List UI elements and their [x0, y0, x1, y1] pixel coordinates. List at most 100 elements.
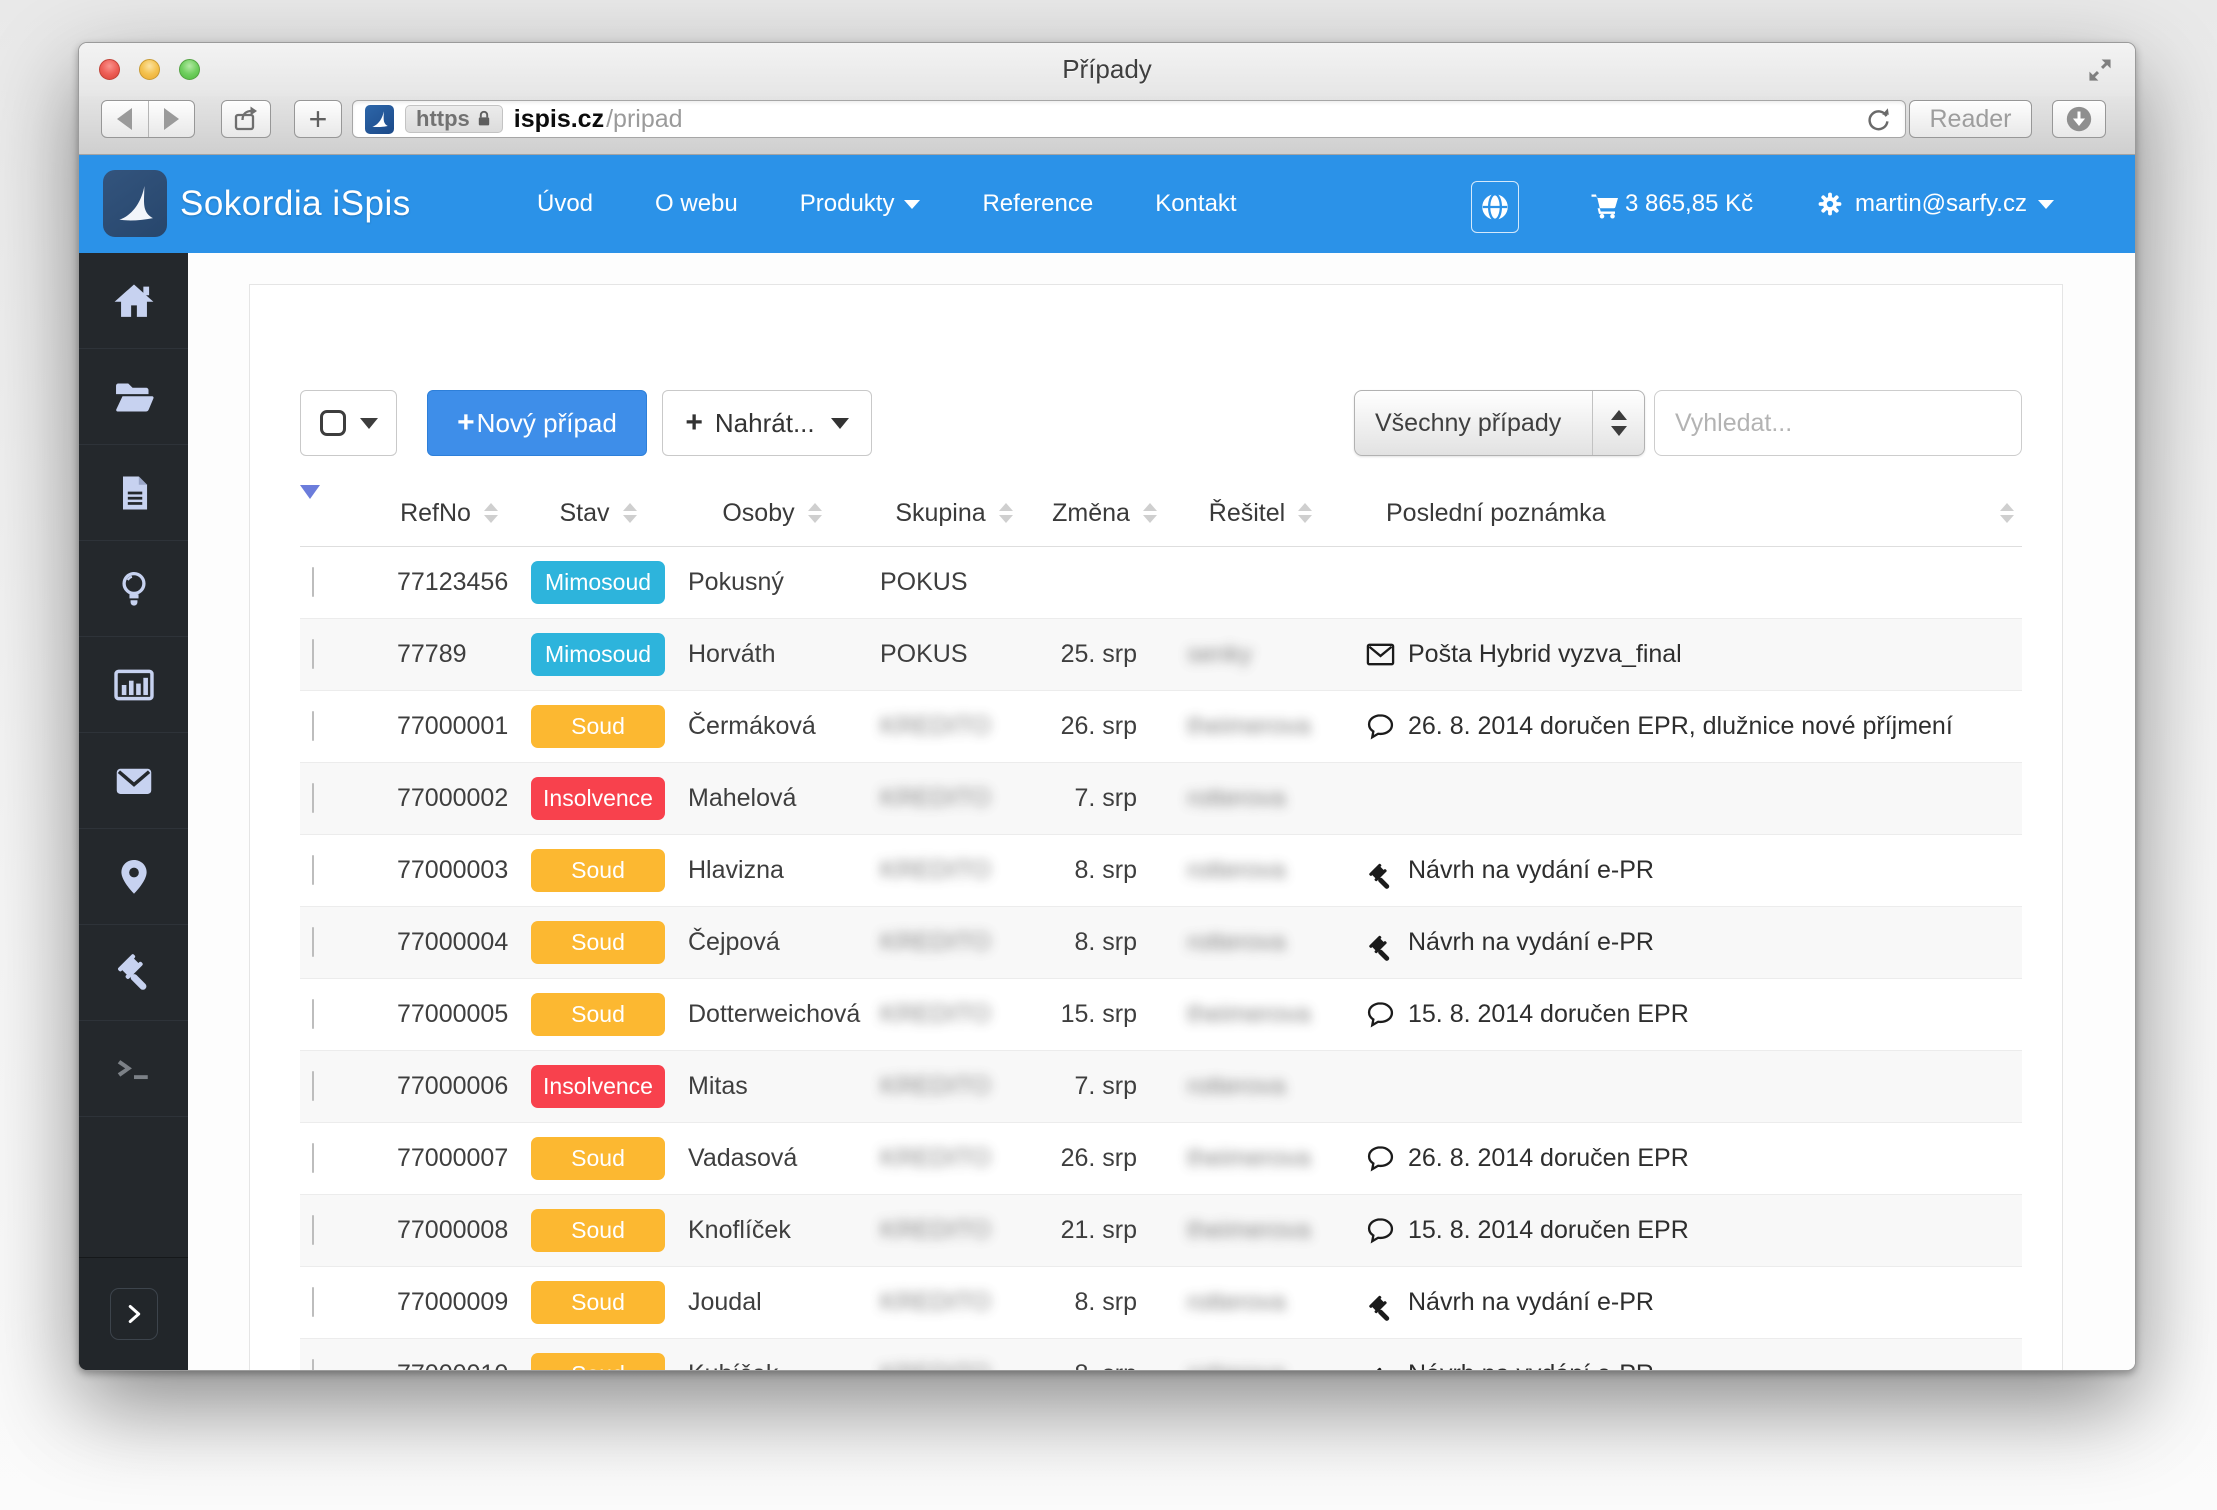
row-checkbox[interactable] [312, 1215, 314, 1245]
resitel-cell: rotterova [1167, 784, 1354, 813]
skupina-value: KREDITO [880, 1072, 991, 1100]
row-checkbox[interactable] [312, 999, 314, 1029]
status-badge: Soud [531, 705, 665, 748]
table-row[interactable]: 77000010 Soud Kubíček KREDITO 8. srp rotterov… [300, 1339, 2022, 1370]
resitel-value: rotterova [1187, 1072, 1286, 1100]
envelope-icon [111, 758, 157, 804]
row-checkbox[interactable] [312, 1359, 314, 1370]
table-row[interactable]: 77000008 Soud Knoflíček KREDITO 21. srp theim… [300, 1195, 2022, 1267]
row-checkbox[interactable] [312, 711, 314, 741]
status-badge: Insolvence [531, 1065, 665, 1108]
gavel-icon [112, 951, 156, 995]
refno-cell: 77000008 [397, 1216, 509, 1244]
refno-cell: 77000009 [397, 1288, 509, 1316]
sidebar-item-document[interactable] [79, 445, 188, 541]
nav-item-label: Reference [982, 190, 1094, 217]
sidebar-item-envelope[interactable] [79, 733, 188, 829]
row-checkbox[interactable] [312, 1071, 314, 1101]
nav-item-úvod[interactable]: Úvod [537, 190, 593, 218]
row-checkbox[interactable] [312, 927, 314, 957]
row-checkbox[interactable] [312, 783, 314, 813]
sidebar-item-lightbulb[interactable] [79, 541, 188, 637]
column-header-poslední-poznámka[interactable]: Poslední poznámka [1354, 499, 2022, 528]
row-checkbox-cell [300, 855, 380, 885]
new-case-button[interactable]: + Nový případ [427, 390, 647, 456]
forward-button[interactable] [147, 101, 194, 137]
note-cell: Pošta Hybrid vyzva_final [1354, 639, 2022, 670]
table-row[interactable]: 77000003 Soud Hlavizna KREDITO 8. srp rottero… [300, 835, 2022, 907]
skupina-value: KREDITO [880, 856, 991, 884]
brand-title[interactable]: Sokordia iSpis [180, 155, 411, 253]
status-cell: Soud [518, 1209, 678, 1252]
sidebar-expand-button[interactable] [109, 1288, 158, 1340]
table-row[interactable]: 77000001 Soud Čermáková KREDITO 26. srp theim… [300, 691, 2022, 763]
fullscreen-icon[interactable] [2087, 57, 2113, 83]
refresh-button[interactable] [1863, 104, 1893, 134]
back-button[interactable] [102, 101, 148, 137]
column-label: Poslední poznámka [1386, 498, 1606, 527]
column-header-skupina[interactable]: Skupina [866, 499, 1042, 528]
sidebar-item-home[interactable] [79, 253, 188, 349]
sidebar-item-folder-open[interactable] [79, 349, 188, 445]
window-titlebar[interactable]: Případy [79, 43, 2135, 96]
downloads-button[interactable] [2052, 100, 2106, 138]
chevron-down-icon [830, 417, 849, 429]
sidebar-item-bar-chart[interactable] [79, 637, 188, 733]
select-all-dropdown[interactable] [300, 390, 397, 456]
row-checkbox[interactable] [312, 567, 314, 597]
row-checkbox[interactable] [312, 639, 314, 669]
table-row[interactable]: 77000005 Soud Dotterweichová KREDITO 15. srp… [300, 979, 2022, 1051]
upload-button[interactable]: + Nahrát... [662, 390, 872, 456]
search-input[interactable] [1654, 390, 2022, 456]
table-row[interactable]: 77789 Mimosoud Horváth POKUS 25. srp senky Poš… [300, 619, 2022, 691]
column-header-stav[interactable]: Stav [518, 499, 678, 528]
table-row[interactable]: 77000004 Soud Čejpová KREDITO 8. srp rotterov… [300, 907, 2022, 979]
refno-cell: 77000006 [397, 1072, 509, 1100]
comment-icon [1365, 999, 1396, 1030]
status-cell: Insolvence [518, 777, 678, 820]
resitel-cell: rotterova [1167, 856, 1354, 885]
column-header-změna[interactable]: Změna [1042, 499, 1167, 528]
row-checkbox[interactable] [312, 855, 314, 885]
sidebar-item-terminal[interactable] [79, 1021, 188, 1117]
column-header-refno[interactable]: RefNo [380, 499, 518, 528]
new-tab-button[interactable]: + [294, 100, 342, 138]
row-checkbox[interactable] [312, 1287, 314, 1317]
column-filter[interactable] [300, 484, 380, 528]
status-badge: Soud [531, 1137, 665, 1180]
row-checkbox-cell [300, 711, 380, 741]
language-button[interactable] [1471, 181, 1519, 233]
sidebar-item-map-pin[interactable] [79, 829, 188, 925]
case-filter-select[interactable]: Všechny případy [1354, 390, 1645, 456]
sidebar [79, 253, 188, 1370]
address-bar[interactable]: https ispis.cz /pripad [352, 100, 1906, 138]
cases-table: RefNo Stav Osoby Skupina Změna Řešitel Posledn… [300, 480, 2022, 1370]
back-icon [117, 108, 133, 130]
note-text: 15. 8. 2014 doručen EPR [1408, 1000, 1689, 1028]
refno-cell: 77000007 [397, 1144, 509, 1172]
user-menu[interactable]: martin@sarfy.cz [1816, 155, 2054, 253]
table-row[interactable]: 77000006 Insolvence Mitas KREDITO 7. srp rott… [300, 1051, 2022, 1123]
zmena-cell: 26. srp [1060, 712, 1137, 740]
share-button[interactable] [221, 100, 271, 138]
column-header-osoby[interactable]: Osoby [678, 499, 866, 528]
table-row[interactable]: 77000009 Soud Joudal KREDITO 8. srp rotterova… [300, 1267, 2022, 1339]
nav-item-o-webu[interactable]: O webu [655, 190, 738, 218]
nav-item-kontakt[interactable]: Kontakt [1155, 190, 1236, 218]
column-header-řešitel[interactable]: Řešitel [1167, 499, 1354, 528]
row-checkbox-cell [300, 1215, 380, 1245]
table-row[interactable]: 77123456 Mimosoud Pokusný POKUS [300, 547, 2022, 619]
nav-item-produkty[interactable]: Produkty [800, 190, 921, 218]
row-checkbox[interactable] [312, 1143, 314, 1173]
cart-button[interactable]: 3 865,85 Kč [1589, 155, 1753, 253]
reader-button[interactable]: Reader [1909, 100, 2032, 138]
sidebar-item-gavel[interactable] [79, 925, 188, 1021]
https-label: https [416, 106, 470, 131]
nav-item-reference[interactable]: Reference [982, 190, 1093, 218]
resitel-cell: rotterova [1167, 1360, 1354, 1370]
status-cell: Insolvence [518, 1065, 678, 1108]
table-row[interactable]: 77000002 Insolvence Mahelová KREDITO 7. srp r… [300, 763, 2022, 835]
table-row[interactable]: 77000007 Soud Vadasová KREDITO 26. srp theime… [300, 1123, 2022, 1195]
app-logo[interactable] [103, 170, 167, 237]
history-nav [101, 100, 195, 138]
